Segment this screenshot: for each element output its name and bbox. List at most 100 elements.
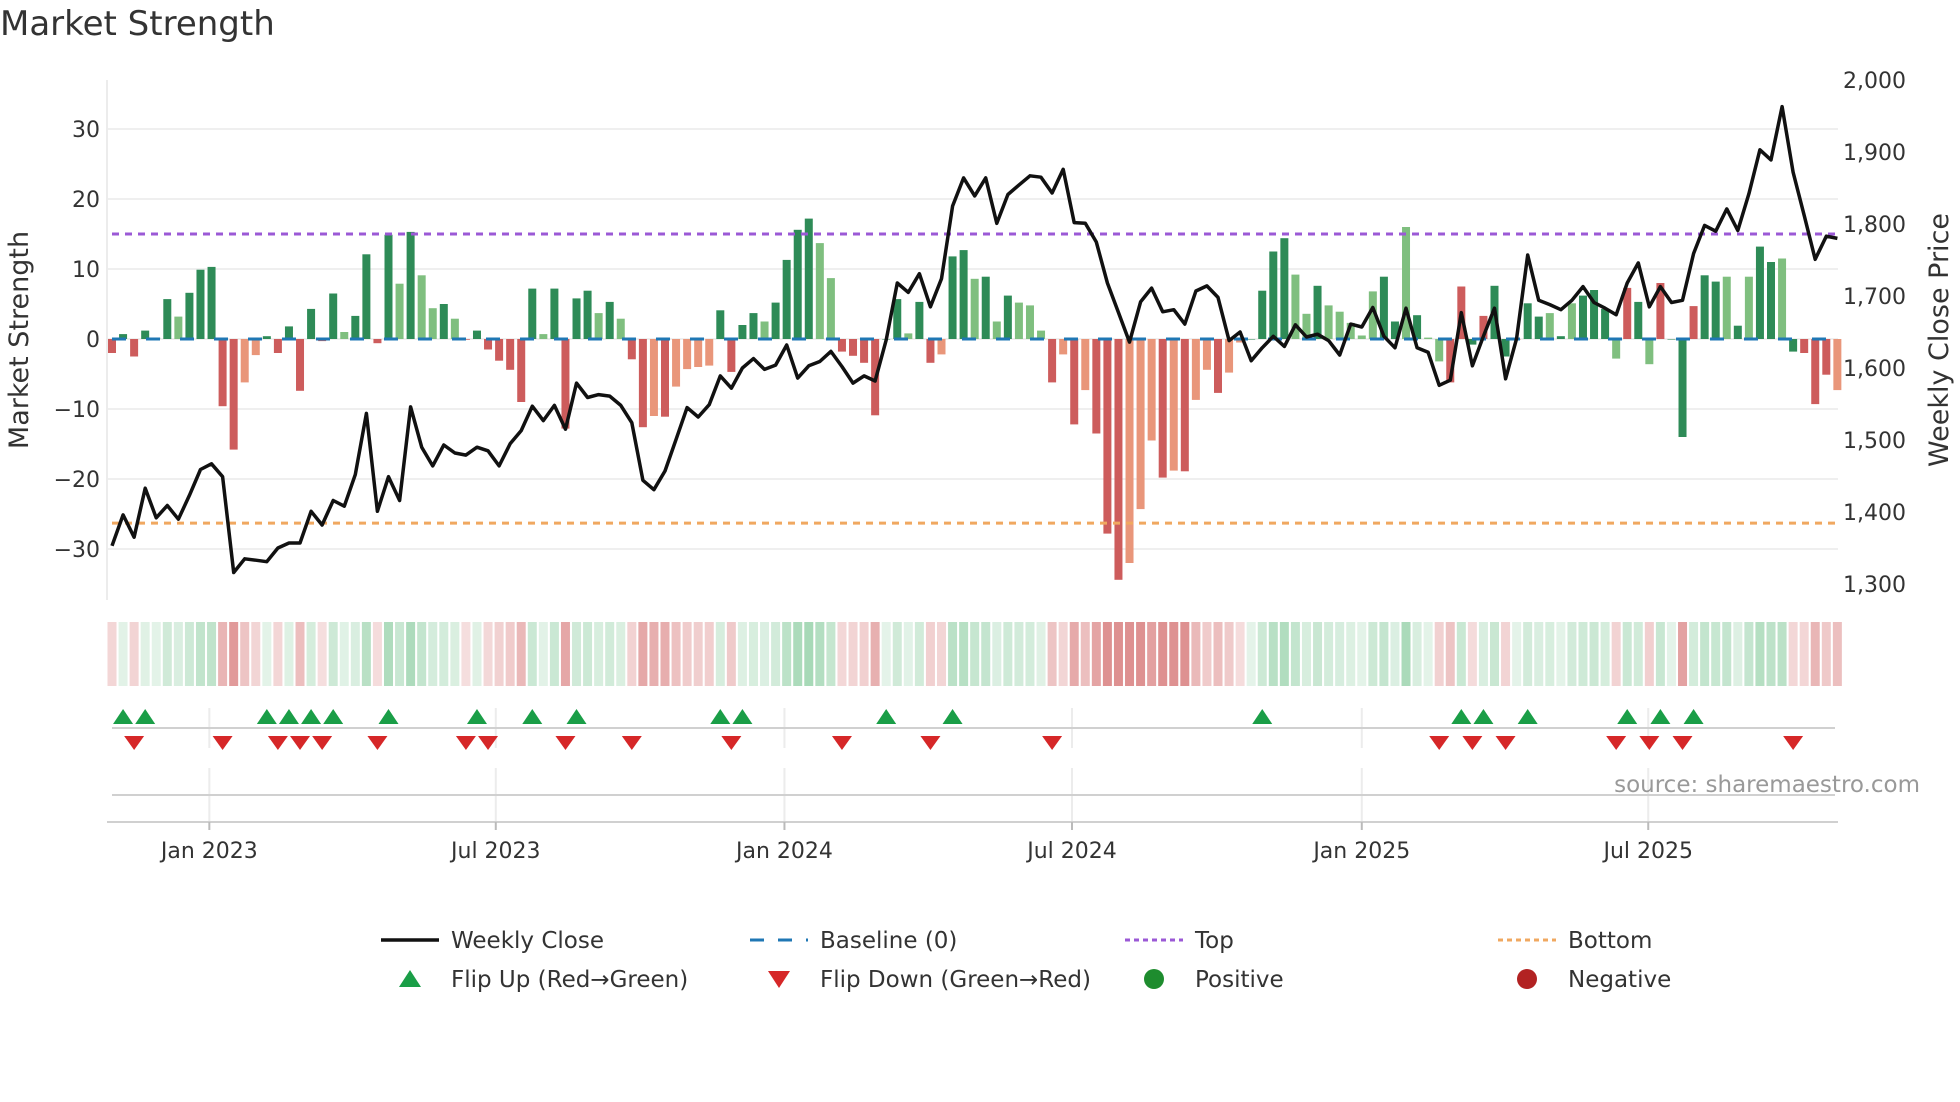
- strength-bar: [1612, 339, 1621, 359]
- legend-item-negative: Negative: [1517, 967, 1671, 993]
- strength-bar: [727, 339, 736, 372]
- y-tick-label: 30: [72, 118, 100, 143]
- strength-bar: [572, 298, 581, 339]
- heat-strip-cell: [339, 622, 349, 686]
- heat-strip-cell: [1589, 622, 1599, 686]
- flip-down-marker: [831, 736, 852, 750]
- heat-strip-cell: [760, 622, 770, 686]
- strength-bar: [683, 339, 692, 370]
- heat-strip-cell: [1766, 622, 1776, 686]
- heat-strip-cell: [1025, 622, 1035, 686]
- strength-bar: [1811, 339, 1820, 405]
- heat-strip-cell: [162, 622, 172, 686]
- heat-strip-cell: [1434, 622, 1444, 686]
- heat-strip-cell: [638, 622, 648, 686]
- strength-bar: [1324, 305, 1333, 339]
- flip-up-marker: [732, 709, 753, 724]
- strength-bar: [185, 292, 194, 339]
- strength-bar: [1092, 339, 1101, 434]
- heat-strip-cell: [494, 622, 504, 686]
- legend-item-weekly-close: Weekly Close: [381, 928, 604, 954]
- legend-label: Flip Down (Green→Red): [820, 967, 1091, 993]
- strength-bar: [937, 339, 946, 355]
- strength-bar: [959, 250, 968, 339]
- heat-strip-cell: [1014, 622, 1024, 686]
- heat-strip-cell: [428, 622, 438, 686]
- heat-strip-cell: [195, 622, 205, 686]
- strength-bar: [627, 339, 636, 360]
- flip-down-marker: [1495, 736, 1516, 750]
- legend-item-top: Top: [1125, 928, 1234, 954]
- y2-tick-label: 1,700: [1843, 285, 1906, 310]
- heat-strip-cell: [1666, 622, 1676, 686]
- flip-down-marker: [312, 736, 333, 750]
- heat-strip-cell: [771, 622, 781, 686]
- heat-strip-cell: [1755, 622, 1765, 686]
- y2-tick-label: 2,000: [1843, 69, 1906, 94]
- heat-strip-cell: [560, 622, 570, 686]
- x-tick-label: Jan 2024: [734, 839, 833, 864]
- heat-strip-cell: [218, 622, 228, 686]
- heat-strip-cell: [384, 622, 393, 686]
- strength-bar: [1634, 301, 1643, 339]
- legend-label: Negative: [1568, 967, 1671, 993]
- heat-strip-cell: [837, 622, 847, 686]
- heat-strip-cell: [1202, 622, 1212, 686]
- heat-strip-cell: [350, 622, 360, 686]
- y2-tick-label: 1,900: [1843, 141, 1906, 166]
- strength-bar: [273, 339, 282, 353]
- strength-bar: [284, 326, 293, 339]
- strength-bar: [1435, 339, 1444, 362]
- heat-strip-cell: [461, 622, 471, 686]
- heat-strip-cell: [959, 622, 969, 686]
- strength-bar: [517, 339, 526, 402]
- heat-strip-cell: [1810, 622, 1820, 686]
- strength-bar: [948, 256, 957, 339]
- strength-bar: [351, 315, 360, 339]
- heat-strip-cell: [240, 622, 250, 686]
- strength-bar: [1158, 339, 1167, 478]
- heat-strip-cell: [1832, 622, 1842, 686]
- heat-strip-cell: [782, 622, 792, 686]
- strength-bar: [163, 299, 172, 339]
- strength-bar: [1313, 285, 1322, 339]
- heat-strip-cell: [1080, 622, 1090, 686]
- strength-bar: [749, 313, 758, 339]
- heat-strip-cell: [1722, 622, 1732, 686]
- strength-bar: [495, 339, 504, 361]
- strength-bar: [307, 308, 316, 339]
- heat-strip-cell: [1534, 622, 1544, 686]
- heat-strip-cell: [1224, 622, 1234, 686]
- strength-bar: [1678, 339, 1687, 437]
- flip-down-marker: [124, 736, 145, 750]
- heat-strip-cell: [395, 622, 405, 686]
- strength-bar: [638, 339, 647, 428]
- y-tick-label: 20: [72, 188, 100, 213]
- heat-strip-cell: [173, 622, 183, 686]
- y2-tick-label: 1,400: [1843, 501, 1906, 526]
- flip-up-marker: [301, 709, 322, 724]
- strength-bar: [649, 339, 658, 416]
- heat-strip-cell: [1279, 622, 1289, 686]
- flip-down-marker: [1429, 736, 1450, 750]
- heat-strip-cell: [207, 622, 217, 686]
- heat-strip-cell: [372, 622, 382, 686]
- strength-bar: [1744, 276, 1753, 339]
- strength-bar: [1733, 325, 1742, 339]
- strength-bar: [992, 321, 1001, 339]
- heat-strip-cell: [1611, 622, 1621, 686]
- heat-strip-cell: [1191, 622, 1201, 686]
- flip-up-marker: [256, 709, 277, 724]
- strength-bar: [1556, 336, 1565, 339]
- heat-strip-cell: [970, 622, 980, 686]
- flip-down-marker: [721, 736, 742, 750]
- heat-strip-cell: [1799, 622, 1809, 686]
- heat-strip-cell: [1147, 622, 1157, 686]
- flip-up-marker: [1650, 709, 1671, 724]
- strength-bar: [1534, 316, 1543, 339]
- heat-strip-cell: [1335, 622, 1345, 686]
- heat-strip-cell: [748, 622, 758, 686]
- heat-strip-cell: [118, 622, 128, 686]
- heat-strip-cell: [848, 622, 858, 686]
- heat-strip-cell: [693, 622, 703, 686]
